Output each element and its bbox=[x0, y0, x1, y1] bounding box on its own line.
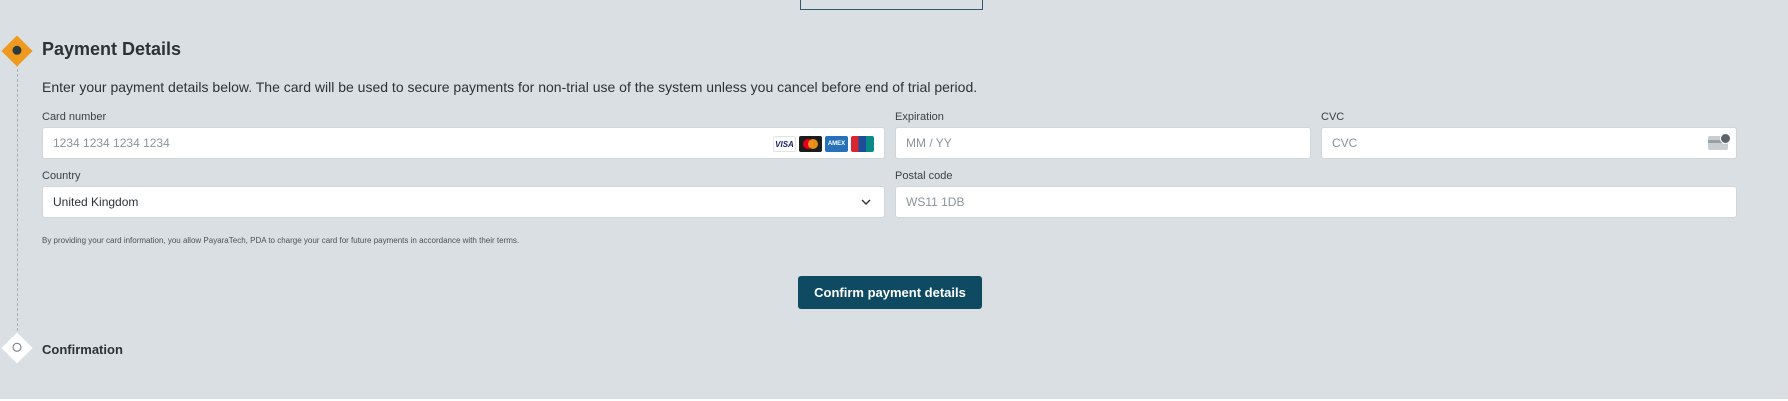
expiration-field[interactable] bbox=[895, 127, 1311, 159]
country-select[interactable]: United Kingdom bbox=[42, 186, 885, 218]
mastercard-icon bbox=[799, 136, 822, 152]
card-brand-icons: VISA AMEX bbox=[773, 136, 874, 152]
confirmation-step-title: Confirmation bbox=[42, 342, 123, 357]
active-step-icon bbox=[1, 35, 33, 67]
previous-step-button[interactable] bbox=[800, 0, 983, 10]
amex-icon: AMEX bbox=[825, 136, 848, 152]
chevron-down-icon bbox=[861, 199, 871, 205]
confirm-payment-button[interactable]: Confirm payment details bbox=[798, 276, 982, 309]
card-number-field[interactable]: VISA AMEX bbox=[42, 127, 885, 159]
payment-intro-text: Enter your payment details below. The ca… bbox=[42, 79, 978, 95]
country-label: Country bbox=[42, 170, 81, 182]
card-number-input[interactable] bbox=[43, 128, 884, 158]
unionpay-icon bbox=[851, 136, 874, 152]
card-authorization-notice: By providing your card information, you … bbox=[42, 236, 520, 245]
expiration-label: Expiration bbox=[895, 111, 944, 123]
postal-code-field[interactable] bbox=[895, 186, 1737, 218]
postal-code-label: Postal code bbox=[895, 170, 953, 182]
cvc-card-icon bbox=[1708, 133, 1731, 150]
cvc-field[interactable] bbox=[1321, 127, 1737, 159]
country-selected-value: United Kingdom bbox=[53, 195, 139, 209]
visa-icon: VISA bbox=[773, 136, 796, 152]
step-timeline bbox=[17, 64, 18, 336]
cvc-input[interactable] bbox=[1322, 128, 1736, 158]
pending-step-icon bbox=[1, 332, 33, 364]
expiration-input[interactable] bbox=[896, 128, 1310, 158]
card-number-label: Card number bbox=[42, 111, 107, 123]
checkout-panel: Payment Details Enter your payment detai… bbox=[0, 0, 1788, 399]
payment-details-title: Payment Details bbox=[42, 39, 182, 59]
cvc-label: CVC bbox=[1321, 111, 1345, 123]
postal-code-input[interactable] bbox=[896, 187, 1736, 217]
